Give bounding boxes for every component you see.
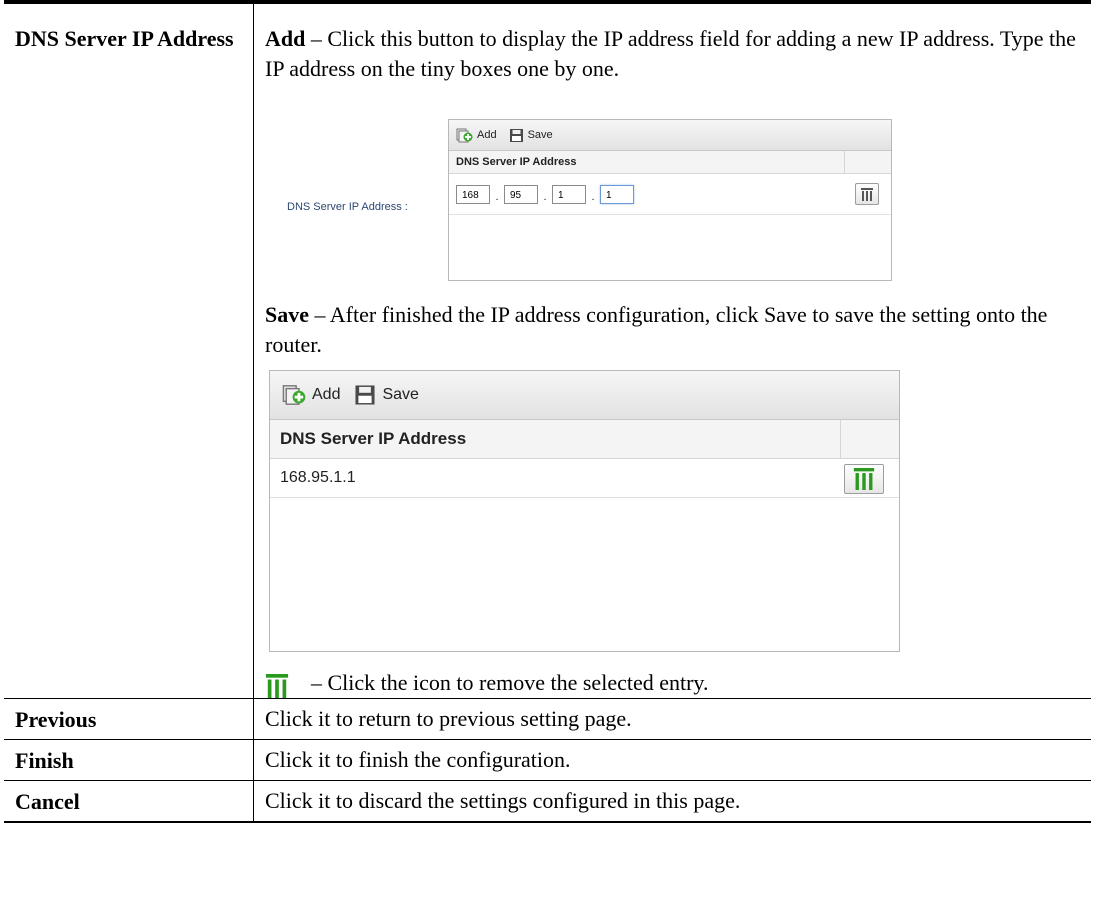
desc-dns-server-ip: Add – Click this button to display the I… [253, 0, 1091, 699]
delete-button[interactable] [844, 464, 884, 494]
save-icon [355, 385, 376, 405]
table-row: DNS Server IP Address Add – Click this b… [4, 0, 1091, 699]
trash-icon [265, 674, 289, 698]
ip-octet-3[interactable]: 1 [552, 184, 586, 204]
column-header-label: DNS Server IP Address [449, 151, 845, 173]
dns-entry-value: 168.95.1.1 [280, 469, 356, 486]
desc-previous: Click it to return to previous setting p… [253, 698, 1091, 740]
add-button[interactable]: Add [456, 120, 497, 150]
save-screenshot: Add Save DNS Server IP Address 168.95.1.… [265, 360, 1077, 660]
parameter-table: DNS Server IP Address Add – Click this b… [4, 0, 1091, 823]
add-term: Add [265, 26, 306, 51]
save-text: – After finished the IP address configur… [265, 302, 1048, 357]
save-icon [509, 128, 523, 142]
add-button-label: Add [477, 129, 497, 141]
save-term: Save [265, 302, 309, 327]
column-header: DNS Server IP Address [270, 420, 899, 459]
ip-octet-1[interactable]: 168 [456, 184, 490, 204]
add-icon [456, 128, 473, 142]
save-button-label: Save [382, 386, 419, 403]
add-icon [282, 385, 306, 405]
term-cancel: Cancel [4, 780, 254, 823]
table-row: Previous Click it to return to previous … [4, 698, 1091, 740]
delete-button[interactable] [855, 183, 879, 205]
icon-description: – Click the icon to remove the selected … [265, 662, 1077, 698]
save-button[interactable]: Save [354, 380, 419, 410]
table-row: 168.95.1.1 [270, 459, 899, 498]
add-screenshot: DNS Server IP Address : Add Save DNS Ser… [265, 84, 1077, 300]
term-finish: Finish [4, 739, 254, 781]
trash-icon [861, 187, 873, 201]
save-description: Save – After finished the IP address con… [265, 300, 1077, 360]
ip-field-label: DNS Server IP Address : [287, 201, 408, 213]
dns-panel: Add Save DNS Server IP Address [448, 119, 892, 281]
term-previous: Previous [4, 698, 254, 740]
column-header: DNS Server IP Address [449, 151, 891, 174]
ip-separator: . [543, 192, 547, 203]
trash-icon [853, 468, 875, 490]
ip-input-row: 168 . 95 . 1 . 1 [449, 174, 891, 215]
term-dns-server-ip: DNS Server IP Address [4, 0, 254, 699]
ip-octet-4[interactable]: 1 [600, 184, 634, 204]
add-button[interactable]: Add [282, 380, 340, 410]
table-row: Finish Click it to finish the configurat… [4, 739, 1091, 781]
desc-cancel: Click it to discard the settings configu… [253, 780, 1091, 823]
ip-octet-2[interactable]: 95 [504, 184, 538, 204]
add-description: Add – Click this button to display the I… [265, 24, 1077, 84]
ip-separator: . [591, 192, 595, 203]
dns-panel: Add Save DNS Server IP Address [269, 370, 900, 652]
save-button[interactable]: Save [509, 120, 553, 150]
ip-separator: . [495, 192, 499, 203]
toolbar: Add Save [270, 371, 899, 420]
save-button-label: Save [527, 129, 553, 141]
column-header-label: DNS Server IP Address [270, 420, 841, 458]
desc-finish: Click it to finish the configuration. [253, 739, 1091, 781]
add-button-label: Add [312, 386, 341, 403]
add-text: – Click this button to display the IP ad… [265, 26, 1076, 81]
icon-text: – Click the icon to remove the selected … [311, 670, 709, 695]
table-row: Cancel Click it to discard the settings … [4, 780, 1091, 823]
